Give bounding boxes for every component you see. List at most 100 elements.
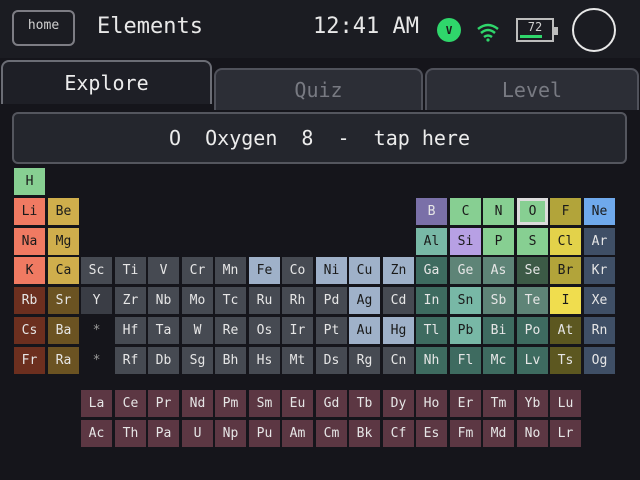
element-cell-kr[interactable]: Kr (584, 257, 615, 284)
element-cell-fl[interactable]: Fl (450, 347, 481, 374)
element-cell-ga[interactable]: Ga (416, 257, 447, 284)
element-cell-in[interactable]: In (416, 287, 447, 314)
element-cell-sc[interactable]: Sc (81, 257, 112, 284)
element-cell-li[interactable]: Li (14, 198, 45, 225)
element-cell-ru[interactable]: Ru (249, 287, 280, 314)
element-cell-ho[interactable]: Ho (416, 390, 447, 417)
element-cell-se[interactable]: Se (517, 257, 548, 284)
element-cell-au[interactable]: Au (349, 317, 380, 344)
element-cell-cn[interactable]: Cn (383, 347, 414, 374)
element-cell-k[interactable]: K (14, 257, 45, 284)
element-cell-b[interactable]: B (416, 198, 447, 225)
element-cell-ge[interactable]: Ge (450, 257, 481, 284)
element-cell-ar[interactable]: Ar (584, 228, 615, 255)
element-cell-la[interactable]: La (81, 390, 112, 417)
element-cell-w[interactable]: W (182, 317, 213, 344)
element-cell-xe[interactable]: Xe (584, 287, 615, 314)
element-cell-na[interactable]: Na (14, 228, 45, 255)
element-cell-md[interactable]: Md (483, 420, 514, 447)
element-cell-o[interactable]: O (517, 198, 548, 225)
element-cell-ds[interactable]: Ds (316, 347, 347, 374)
element-cell-p[interactable]: P (483, 228, 514, 255)
round-button[interactable] (572, 8, 616, 52)
element-cell-rg[interactable]: Rg (349, 347, 380, 374)
element-cell-fr[interactable]: Fr (14, 347, 45, 374)
home-button[interactable]: home (12, 10, 75, 46)
element-cell-co[interactable]: Co (282, 257, 313, 284)
element-cell-n[interactable]: N (483, 198, 514, 225)
element-cell-ti[interactable]: Ti (115, 257, 146, 284)
element-cell-lu[interactable]: Lu (550, 390, 581, 417)
element-cell-rn[interactable]: Rn (584, 317, 615, 344)
element-cell-at[interactable]: At (550, 317, 581, 344)
element-cell-cs[interactable]: Cs (14, 317, 45, 344)
element-cell-zr[interactable]: Zr (115, 287, 146, 314)
element-cell-og[interactable]: Og (584, 347, 615, 374)
element-cell-bh[interactable]: Bh (215, 347, 246, 374)
element-cell-pa[interactable]: Pa (148, 420, 179, 447)
element-cell-rh[interactable]: Rh (282, 287, 313, 314)
element-cell-tm[interactable]: Tm (483, 390, 514, 417)
element-cell-ba[interactable]: Ba (48, 317, 79, 344)
element-cell-rf[interactable]: Rf (115, 347, 146, 374)
element-cell-cf[interactable]: Cf (383, 420, 414, 447)
element-info-banner[interactable]: O Oxygen 8 - tap here (12, 112, 627, 164)
element-cell-mn[interactable]: Mn (215, 257, 246, 284)
element-cell-as[interactable]: As (483, 257, 514, 284)
element-cell-pb[interactable]: Pb (450, 317, 481, 344)
element-cell-ca[interactable]: Ca (48, 257, 79, 284)
tab-quiz[interactable]: Quiz (214, 68, 423, 110)
element-cell-lv[interactable]: Lv (517, 347, 548, 374)
element-cell-ne[interactable]: Ne (584, 198, 615, 225)
element-cell-eu[interactable]: Eu (282, 390, 313, 417)
element-cell-nd[interactable]: Nd (182, 390, 213, 417)
element-cell-gd[interactable]: Gd (316, 390, 347, 417)
element-cell-lr[interactable]: Lr (550, 420, 581, 447)
element-cell-s[interactable]: S (517, 228, 548, 255)
element-cell-ta[interactable]: Ta (148, 317, 179, 344)
element-cell-dy[interactable]: Dy (383, 390, 414, 417)
element-cell-bk[interactable]: Bk (349, 420, 380, 447)
element-cell-hs[interactable]: Hs (249, 347, 280, 374)
element-cell-ra[interactable]: Ra (48, 347, 79, 374)
element-cell-cu[interactable]: Cu (349, 257, 380, 284)
element-cell-rb[interactable]: Rb (14, 287, 45, 314)
element-cell-ts[interactable]: Ts (550, 347, 581, 374)
element-cell-cm[interactable]: Cm (316, 420, 347, 447)
element-cell-v[interactable]: V (148, 257, 179, 284)
element-cell-cd[interactable]: Cd (383, 287, 414, 314)
element-cell-nh[interactable]: Nh (416, 347, 447, 374)
element-cell-fm[interactable]: Fm (450, 420, 481, 447)
element-cell-er[interactable]: Er (450, 390, 481, 417)
element-cell-pm[interactable]: Pm (215, 390, 246, 417)
element-cell-bi[interactable]: Bi (483, 317, 514, 344)
element-cell-sr[interactable]: Sr (48, 287, 79, 314)
element-cell-es[interactable]: Es (416, 420, 447, 447)
element-cell-no[interactable]: No (517, 420, 548, 447)
element-cell-pr[interactable]: Pr (148, 390, 179, 417)
element-cell-mg[interactable]: Mg (48, 228, 79, 255)
element-cell-ni[interactable]: Ni (316, 257, 347, 284)
element-cell-be[interactable]: Be (48, 198, 79, 225)
element-cell-pd[interactable]: Pd (316, 287, 347, 314)
element-cell-tl[interactable]: Tl (416, 317, 447, 344)
element-cell-y[interactable]: Y (81, 287, 112, 314)
element-cell-sm[interactable]: Sm (249, 390, 280, 417)
element-cell-sb[interactable]: Sb (483, 287, 514, 314)
element-cell-nb[interactable]: Nb (148, 287, 179, 314)
element-cell-ce[interactable]: Ce (115, 390, 146, 417)
element-cell-po[interactable]: Po (517, 317, 548, 344)
element-cell-br[interactable]: Br (550, 257, 581, 284)
element-cell-yb[interactable]: Yb (517, 390, 548, 417)
element-cell-tb[interactable]: Tb (349, 390, 380, 417)
element-cell-u[interactable]: U (182, 420, 213, 447)
element-cell-hf[interactable]: Hf (115, 317, 146, 344)
element-cell-te[interactable]: Te (517, 287, 548, 314)
element-cell-os[interactable]: Os (249, 317, 280, 344)
element-cell-f[interactable]: F (550, 198, 581, 225)
element-cell-i[interactable]: I (550, 287, 581, 314)
element-cell-pu[interactable]: Pu (249, 420, 280, 447)
element-cell-sn[interactable]: Sn (450, 287, 481, 314)
tab-level[interactable]: Level (425, 68, 639, 110)
element-cell-zn[interactable]: Zn (383, 257, 414, 284)
